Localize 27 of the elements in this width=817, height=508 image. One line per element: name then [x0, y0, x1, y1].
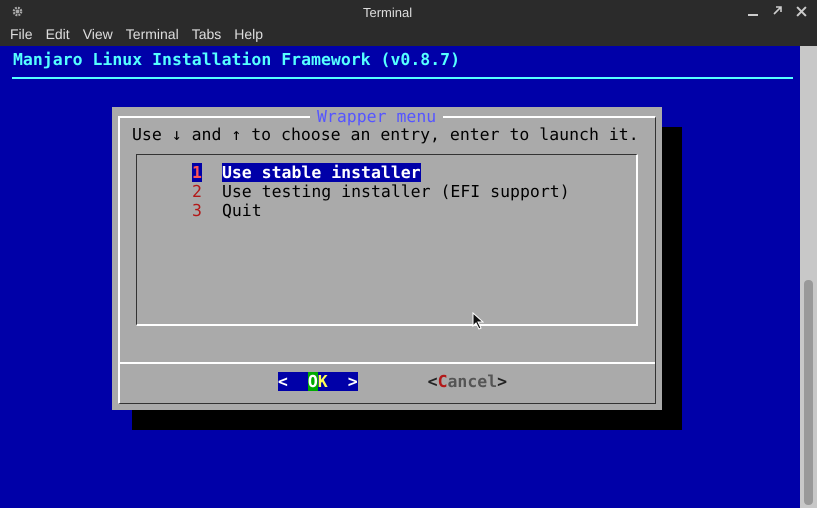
menu-entry[interactable]: 3 Quit: [137, 201, 636, 220]
dialog-button[interactable]: <Cancel>: [428, 372, 508, 391]
entry-label: Use testing installer (EFI support): [222, 182, 570, 201]
menu-item[interactable]: Edit: [46, 24, 70, 44]
entry-key: 1: [192, 163, 202, 182]
window-title: Terminal: [363, 4, 412, 22]
gear-icon[interactable]: [12, 6, 23, 16]
dialog-title: Wrapper menu: [310, 107, 444, 126]
dialog-button[interactable]: < OK >: [278, 372, 358, 391]
menu-item[interactable]: Terminal: [126, 24, 179, 44]
entry-key: 3: [192, 201, 202, 220]
close-icon[interactable]: [796, 6, 807, 16]
menu-item[interactable]: Help: [234, 24, 264, 44]
menu-entry[interactable]: 1 Use stable installer: [137, 163, 636, 182]
mouse-pointer-icon: [472, 312, 484, 330]
menu-item[interactable]: File: [10, 24, 33, 44]
header-text: Manjaro Linux Installation Framework (v0.8.7): [13, 50, 460, 69]
maximize-icon[interactable]: [772, 6, 782, 16]
entry-label: Use stable installer: [222, 163, 421, 182]
dialog-prompt: Use ↓ and ↑ to choose an entry, enter to launch it.: [132, 125, 640, 144]
menu-item[interactable]: Tabs: [192, 24, 222, 44]
entry-label: Quit: [222, 201, 262, 220]
scrollbar[interactable]: [800, 46, 817, 508]
menu-item[interactable]: View: [82, 24, 113, 44]
entry-key: 2: [192, 182, 202, 201]
scrollbar-thumb[interactable]: [804, 280, 813, 505]
menu-entry[interactable]: 2 Use testing installer (EFI support): [137, 182, 636, 201]
